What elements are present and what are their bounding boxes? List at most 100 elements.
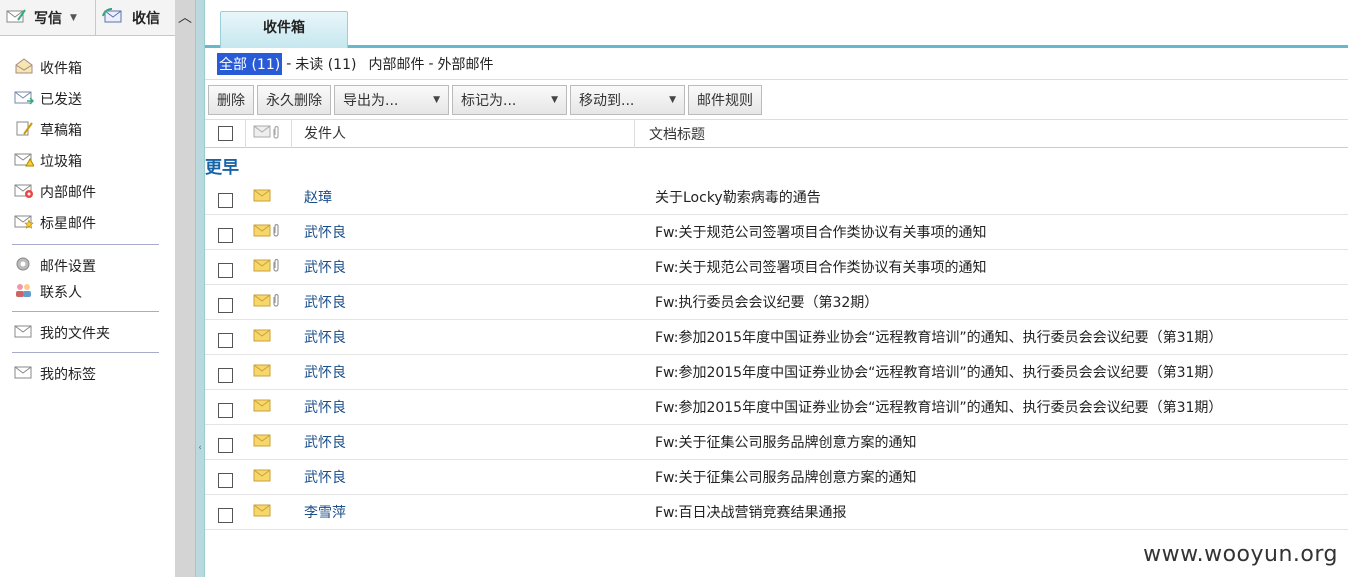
top-actions: 写信 ▼ 收信: [0, 0, 175, 36]
unread-mail-icon: [253, 259, 271, 276]
row-subject[interactable]: Fw:百日决战营销竞赛结果通报: [642, 502, 846, 522]
sidebar-scrollbar[interactable]: ︿: [175, 0, 195, 577]
sidebar-item-label: 垃圾箱: [40, 153, 82, 170]
envelope-icon: [253, 125, 271, 142]
sidebar-item-drafts[interactable]: 草稿箱: [0, 114, 175, 145]
row-checkbox[interactable]: [217, 507, 233, 523]
row-checkbox[interactable]: [217, 402, 233, 418]
collapse-handle-icon[interactable]: ‹: [197, 418, 203, 478]
row-checkbox[interactable]: [217, 192, 233, 208]
chevron-down-icon[interactable]: ▼: [70, 13, 77, 23]
write-button[interactable]: 写信 ▼: [0, 0, 96, 35]
receive-label: 收信: [132, 10, 160, 27]
row-subject[interactable]: Fw:参加2015年度中国证券业协会“远程教育培训”的通知、执行委员会会议纪要（…: [642, 327, 1222, 347]
row-checkbox[interactable]: [217, 227, 233, 243]
select-all-checkbox[interactable]: [217, 126, 233, 141]
unread-mail-icon: [253, 399, 271, 416]
row-subject[interactable]: Fw:执行委员会会议纪要（第32期）: [642, 292, 878, 312]
row-icons: [245, 363, 292, 381]
permanent-delete-button[interactable]: 永久删除: [257, 84, 331, 115]
row-sender[interactable]: 武怀良: [292, 222, 642, 242]
export-dropdown[interactable]: 导出为... ▼: [334, 84, 449, 115]
row-icons: [245, 258, 292, 276]
delete-button[interactable]: 删除: [208, 84, 254, 115]
row-checkbox[interactable]: [217, 472, 233, 488]
row-sender[interactable]: 武怀良: [292, 467, 642, 487]
table-row[interactable]: 武怀良 Fw:参加2015年度中国证券业协会“远程教育培训”的通知、执行委员会会…: [205, 320, 1348, 355]
tab-inbox[interactable]: 收件箱: [220, 11, 348, 48]
pane-splitter[interactable]: ‹: [195, 0, 205, 577]
row-sender[interactable]: 武怀良: [292, 327, 642, 347]
filter-external[interactable]: 外部邮件: [438, 54, 494, 74]
sidebar-item-sent[interactable]: 已发送: [0, 83, 175, 114]
move-to-dropdown[interactable]: 移动到... ▼: [570, 84, 685, 115]
sidebar-item-mail-settings[interactable]: 邮件设置: [0, 253, 175, 279]
row-icons: [245, 468, 292, 486]
chevron-up-icon[interactable]: ︿: [177, 10, 193, 26]
sidebar-item-my-folders[interactable]: 我的文件夹: [0, 320, 175, 346]
row-subject[interactable]: Fw:参加2015年度中国证券业协会“远程教育培训”的通知、执行委员会会议纪要（…: [642, 397, 1222, 417]
table-row[interactable]: 赵璋 关于Locky勒索病毒的通告: [205, 180, 1348, 215]
table-row[interactable]: 武怀良 Fw:关于规范公司签署项目合作类协议有关事项的通知: [205, 250, 1348, 285]
sidebar-item-contacts[interactable]: 联系人: [0, 279, 175, 305]
row-subject[interactable]: Fw:关于征集公司服务品牌创意方案的通知: [642, 467, 916, 487]
row-sender[interactable]: 武怀良: [292, 362, 642, 382]
sidebar-item-internal[interactable]: 内部邮件: [0, 176, 175, 207]
row-sender[interactable]: 武怀良: [292, 257, 642, 277]
gear-icon: [14, 256, 34, 276]
table-row[interactable]: 武怀良 Fw:执行委员会会议纪要（第32期）: [205, 285, 1348, 320]
row-sender[interactable]: 武怀良: [292, 397, 642, 417]
sidebar-item-my-tags[interactable]: 我的标签: [0, 361, 175, 387]
column-header-sender[interactable]: 发件人: [292, 119, 635, 148]
row-sender[interactable]: 武怀良: [292, 292, 642, 312]
row-checkbox[interactable]: [217, 262, 233, 278]
row-checkbox-cell: [205, 257, 245, 278]
row-checkbox-cell: [205, 222, 245, 243]
table-row[interactable]: 武怀良 Fw:关于征集公司服务品牌创意方案的通知: [205, 425, 1348, 460]
row-sender[interactable]: 武怀良: [292, 432, 642, 452]
row-checkbox-cell: [205, 397, 245, 418]
header-icons: [245, 119, 292, 148]
table-row[interactable]: 武怀良 Fw:参加2015年度中国证券业协会“远程教育培训”的通知、执行委员会会…: [205, 355, 1348, 390]
table-row[interactable]: 武怀良 Fw:关于规范公司签署项目合作类协议有关事项的通知: [205, 215, 1348, 250]
row-subject[interactable]: Fw:关于规范公司签署项目合作类协议有关事项的通知: [642, 222, 986, 242]
main-panel: 收件箱 全部 (11) - 未读 (11) 内部邮件 - 外部邮件 删除 永久删…: [205, 0, 1348, 577]
receive-button[interactable]: 收信: [96, 0, 166, 35]
filter-internal[interactable]: 内部邮件: [368, 54, 424, 74]
unread-mail-icon: [253, 434, 271, 451]
attachment-icon: [271, 293, 281, 311]
sidebar-item-inbox[interactable]: 收件箱: [0, 52, 175, 83]
filter-all[interactable]: 全部 (11): [217, 52, 283, 75]
column-header-subject[interactable]: 文档标题: [635, 124, 705, 144]
receive-mail-icon: [102, 7, 124, 28]
row-subject[interactable]: Fw:关于规范公司签署项目合作类协议有关事项的通知: [642, 257, 986, 277]
table-row[interactable]: 武怀良 Fw:关于征集公司服务品牌创意方案的通知: [205, 460, 1348, 495]
row-sender[interactable]: 李雪萍: [292, 502, 642, 522]
unread-mail-icon: [253, 224, 271, 241]
row-checkbox[interactable]: [217, 297, 233, 313]
inbox-icon: [14, 57, 34, 78]
attachment-icon: [271, 125, 281, 143]
mark-as-dropdown[interactable]: 标记为... ▼: [452, 84, 567, 115]
divider: [12, 311, 159, 312]
contacts-icon: [14, 282, 34, 302]
mail-rules-button[interactable]: 邮件规则: [688, 84, 762, 115]
row-subject[interactable]: Fw:参加2015年度中国证券业协会“远程教育培训”的通知、执行委员会会议纪要（…: [642, 362, 1222, 382]
row-sender[interactable]: 赵璋: [292, 187, 642, 207]
row-checkbox[interactable]: [217, 332, 233, 348]
sidebar-item-starred[interactable]: 标星邮件: [0, 207, 175, 238]
sidebar-item-trash[interactable]: 垃圾箱: [0, 145, 175, 176]
row-checkbox[interactable]: [217, 367, 233, 383]
table-header: 发件人 文档标题: [205, 119, 1348, 148]
filter-unread[interactable]: 未读 (11): [295, 54, 356, 74]
row-checkbox-cell: [205, 502, 245, 523]
table-row[interactable]: 武怀良 Fw:参加2015年度中国证券业协会“远程教育培训”的通知、执行委员会会…: [205, 390, 1348, 425]
row-subject[interactable]: Fw:关于征集公司服务品牌创意方案的通知: [642, 432, 916, 452]
trash-icon: [14, 151, 35, 171]
sidebar-item-label: 已发送: [40, 91, 82, 108]
row-subject[interactable]: 关于Locky勒索病毒的通告: [642, 187, 821, 207]
chevron-down-icon: ▼: [551, 94, 558, 105]
table-row[interactable]: 李雪萍 Fw:百日决战营销竞赛结果通报: [205, 495, 1348, 530]
row-checkbox[interactable]: [217, 437, 233, 453]
unread-mail-icon: [253, 469, 271, 486]
